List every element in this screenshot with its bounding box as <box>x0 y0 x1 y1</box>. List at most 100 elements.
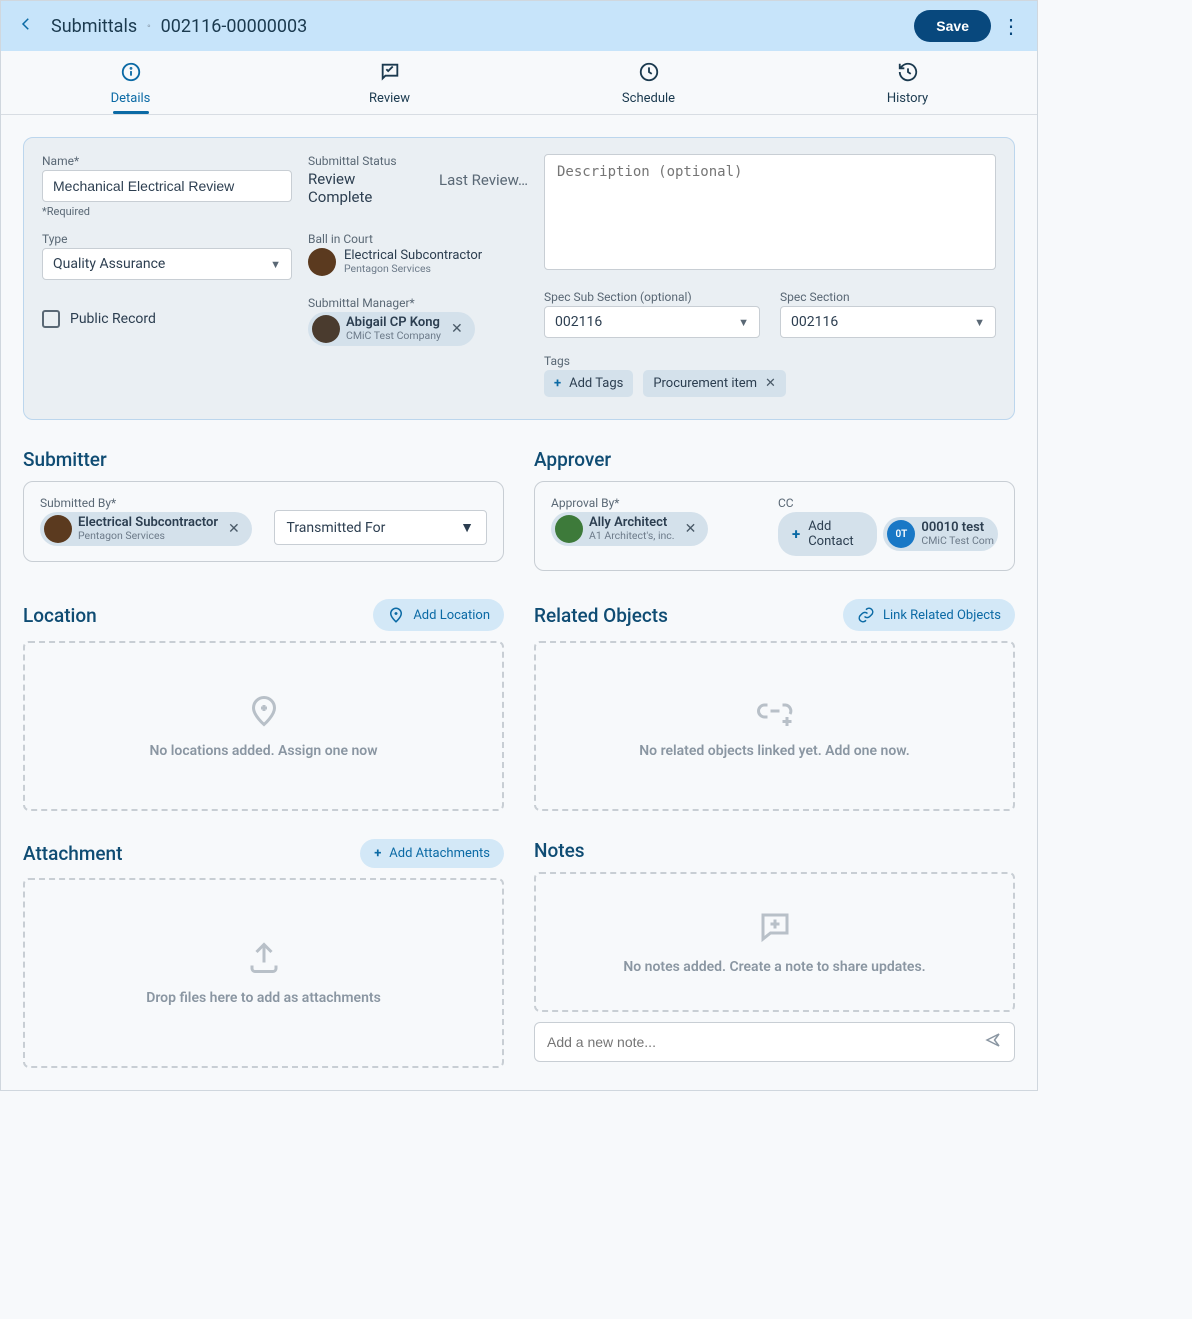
name-input[interactable] <box>42 170 292 202</box>
submitted-by-name: Electrical Subcontractor <box>78 516 218 530</box>
type-label: Type <box>42 232 292 246</box>
location-dropzone[interactable]: No locations added. Assign one now <box>23 641 504 811</box>
manager-chip[interactable]: Abigail CP Kong CMiC Test Company ✕ <box>308 312 475 346</box>
send-icon[interactable] <box>984 1031 1002 1053</box>
submitted-by-chip[interactable]: Electrical Subcontractor Pentagon Servic… <box>40 512 252 546</box>
close-icon[interactable]: ✕ <box>224 521 244 537</box>
add-contact-label: Add Contact <box>808 519 863 549</box>
approval-by-label: Approval By* <box>551 496 758 510</box>
manager-name: Abigail CP Kong <box>346 316 441 330</box>
spec-section-label: Spec Section <box>780 290 996 304</box>
approval-by-name: Ally Architect <box>589 516 675 530</box>
spec-section-value: 002116 <box>791 314 838 330</box>
approval-by-chip[interactable]: Ally Architect A1 Architect's, inc. ✕ <box>551 512 708 546</box>
caret-down-icon: ▼ <box>270 258 281 271</box>
spec-sub-value: 002116 <box>555 314 602 330</box>
type-value: Quality Assurance <box>53 256 165 272</box>
approval-by-sub: A1 Architect's, inc. <box>589 530 675 542</box>
link-related-label: Link Related Objects <box>883 608 1001 623</box>
avatar-icon <box>44 515 72 543</box>
tab-schedule[interactable]: Schedule <box>519 51 778 114</box>
clock-icon <box>519 61 778 88</box>
history-icon <box>778 61 1037 88</box>
attachment-dropzone[interactable]: Drop files here to add as attachments <box>23 878 504 1068</box>
caret-down-icon: ▼ <box>460 519 474 536</box>
submitted-by-label: Submitted By* <box>40 496 254 510</box>
link-icon <box>857 606 875 624</box>
public-record-label: Public Record <box>70 311 156 327</box>
link-related-button[interactable]: Link Related Objects <box>843 599 1015 631</box>
description-textarea[interactable] <box>544 154 996 270</box>
back-arrow-icon[interactable] <box>17 14 35 38</box>
note-plus-icon <box>757 909 793 945</box>
tab-history-label: History <box>887 91 928 106</box>
close-icon[interactable]: ✕ <box>447 321 467 337</box>
public-record-checkbox[interactable] <box>42 310 60 328</box>
ballincourt-label: Ball in Court <box>308 232 528 246</box>
breadcrumb-root[interactable]: Submittals <box>51 16 137 37</box>
upload-icon <box>246 940 282 976</box>
tab-review[interactable]: Review <box>260 51 519 114</box>
link-plus-icon <box>757 693 793 729</box>
attachment-empty-text: Drop files here to add as attachments <box>146 990 381 1006</box>
name-label: Name* <box>42 154 292 168</box>
note-input-row <box>534 1022 1015 1062</box>
tab-schedule-label: Schedule <box>622 91 675 106</box>
note-input[interactable] <box>547 1034 984 1050</box>
location-title: Location <box>23 604 97 627</box>
ballincourt-sub: Pentagon Services <box>344 263 482 275</box>
details-card: Name* *Required Type Quality Assurance ▼… <box>23 137 1015 420</box>
review-icon <box>260 61 519 88</box>
ballincourt-name: Electrical Subcontractor <box>344 249 482 263</box>
breadcrumb-sep-icon: ◦ <box>147 21 151 32</box>
type-select[interactable]: Quality Assurance ▼ <box>42 248 292 280</box>
manager-label: Submittal Manager* <box>308 296 528 310</box>
tag-chip[interactable]: Procurement item ✕ <box>643 370 786 397</box>
related-empty-text: No related objects linked yet. Add one n… <box>639 743 909 759</box>
last-review-label: Last Review… <box>439 171 528 189</box>
plus-icon: + <box>554 376 561 391</box>
transmitted-for-label: Transmitted For <box>287 520 386 536</box>
add-attachments-button[interactable]: + Add Attachments <box>360 839 504 868</box>
add-tags-label: Add Tags <box>569 376 623 391</box>
spec-section-select[interactable]: 002116 ▼ <box>780 306 996 338</box>
manager-sub: CMiC Test Company <box>346 330 441 342</box>
tabs: Details Review Schedule History <box>1 51 1037 115</box>
required-note: *Required <box>42 205 292 218</box>
spec-sub-select[interactable]: 002116 ▼ <box>544 306 760 338</box>
cc-name: 00010 test <box>921 521 994 535</box>
tab-history[interactable]: History <box>778 51 1037 114</box>
attachment-title: Attachment <box>23 842 122 865</box>
approver-title: Approver <box>534 448 1015 471</box>
cc-chip[interactable]: 0T 00010 test CMiC Test Com <box>883 517 998 551</box>
submitter-title: Submitter <box>23 448 504 471</box>
status-label: Submittal Status <box>308 154 423 168</box>
notes-dropzone: No notes added. Create a note to share u… <box>534 872 1015 1012</box>
tab-details[interactable]: Details <box>1 51 260 114</box>
breadcrumb-id: 002116-00000003 <box>161 16 308 37</box>
close-icon[interactable]: ✕ <box>765 376 776 391</box>
breadcrumb: Submittals ◦ 002116-00000003 <box>51 16 307 37</box>
transmitted-for-select[interactable]: Transmitted For ▼ <box>274 510 488 545</box>
save-button[interactable]: Save <box>914 10 991 42</box>
approver-card: Approval By* Ally Architect A1 Architect… <box>534 481 1015 571</box>
tab-details-label: Details <box>111 91 151 106</box>
close-icon[interactable]: ✕ <box>681 521 701 537</box>
add-tags-button[interactable]: + Add Tags <box>544 370 633 397</box>
submitter-card: Submitted By* Electrical Subcontractor P… <box>23 481 504 562</box>
cc-label: CC <box>778 496 998 510</box>
add-location-label: Add Location <box>413 608 490 623</box>
related-title: Related Objects <box>534 604 668 627</box>
plus-icon: + <box>374 846 381 861</box>
spec-sub-label: Spec Sub Section (optional) <box>544 290 760 304</box>
add-attachments-label: Add Attachments <box>389 846 490 861</box>
plus-icon: + <box>792 525 800 543</box>
add-contact-button[interactable]: + Add Contact <box>778 512 877 556</box>
tag-label: Procurement item <box>653 376 757 391</box>
add-location-button[interactable]: Add Location <box>373 599 504 631</box>
status-value: Review Complete <box>308 170 418 206</box>
caret-down-icon: ▼ <box>738 316 749 329</box>
notes-title: Notes <box>534 839 585 862</box>
related-dropzone[interactable]: No related objects linked yet. Add one n… <box>534 641 1015 811</box>
more-menu-icon[interactable]: ⋮ <box>1001 14 1021 38</box>
